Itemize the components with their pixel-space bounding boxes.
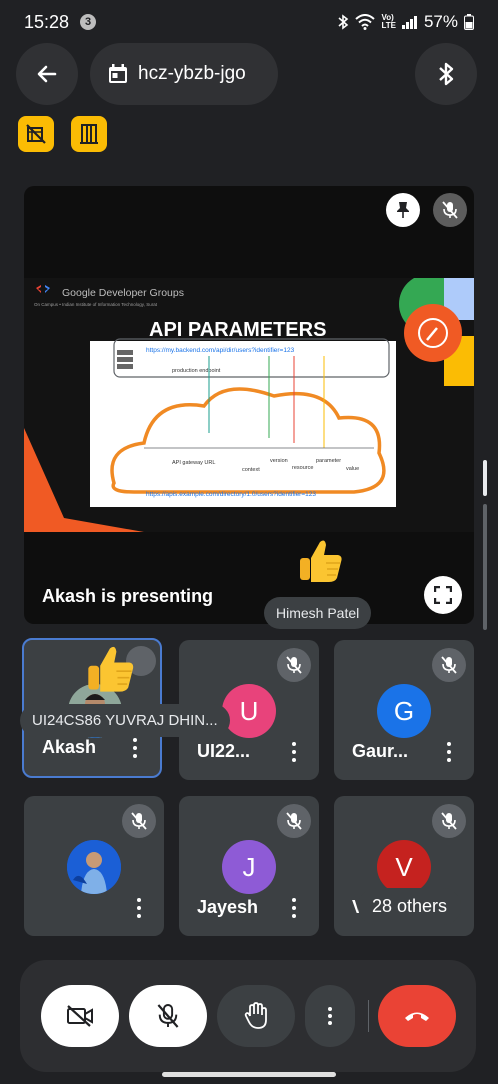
calendar-icon [109,64,127,83]
notification-count-badge: 3 [80,14,96,30]
bluetooth-icon [439,62,454,86]
end-call-button[interactable] [378,985,456,1047]
participant-more-button[interactable] [446,742,452,762]
slide-org-title: Google Developer Groups [62,287,184,299]
back-button[interactable] [16,43,78,105]
slide-label-gateway: API gateway URL [172,460,215,466]
reaction-sender-label: Himesh Patel [264,597,372,629]
clock: 15:28 [24,12,70,32]
more-vert-icon [328,1007,332,1025]
participant-name-tooltip: UI24CS86 YUVRAJ DHIN... [20,704,230,737]
avatar: G [377,684,431,738]
fullscreen-icon [434,586,452,604]
gesture-nav-handle[interactable] [162,1072,336,1077]
mic-off-icon [286,656,302,674]
door-badge-icon [80,124,98,144]
camera-toggle-button[interactable] [41,985,119,1047]
meeting-code: hcz-ybzb-jgo [138,63,246,84]
no-video-badge-icon [26,124,46,144]
muted-indicator [277,804,311,838]
participant-more-button[interactable] [291,898,297,918]
pin-icon [397,202,409,218]
avatar: J [222,840,276,894]
avatar: U [222,684,276,738]
slide-label-context: context [242,467,260,473]
fullscreen-button[interactable] [424,576,462,614]
mic-off-icon [131,812,147,830]
no-video-badge[interactable] [18,116,54,152]
participant-name: Jayesh [197,897,259,917]
audio-output-button[interactable] [415,43,477,105]
mic-off-icon [441,812,457,830]
avatar-photo [67,840,121,894]
door-badge[interactable] [71,116,107,152]
back-arrow-icon [37,65,57,83]
participant-name: Gaur... [352,741,409,761]
pin-button[interactable] [386,193,420,227]
slide-label-parameter: parameter [316,458,341,464]
slide-label-production: production endpoint [172,368,221,374]
presentation-tile[interactable]: Google Developer Groups On Campus • Indi… [24,186,474,624]
status-bar: 15:28 3 Vo) LTE 57% [0,0,498,44]
battery-icon [464,14,474,30]
mic-off-icon [442,201,458,219]
raise-hand-button[interactable] [217,985,295,1047]
battery-percent: 57% [423,12,458,31]
participant-more-button[interactable] [136,898,142,918]
system-icons: Vo) LTE 57% [337,12,474,32]
raise-hand-icon [244,1002,267,1029]
shared-slide: Google Developer Groups On Campus • Indi… [24,278,474,532]
thumbs-up-icon [88,646,134,692]
participant-tile-4[interactable] [24,796,164,936]
participant-tile-gaur[interactable]: G Gaur... [334,640,474,780]
more-options-button[interactable] [305,985,355,1047]
presenting-label: Akash is presenting [42,586,214,606]
muted-indicator [432,648,466,682]
slide-url-top: https://my.backend.com/api/dir/users?ide… [146,347,295,354]
presenter-muted-indicator [433,193,467,227]
meeting-info-button[interactable]: hcz-ybzb-jgo [90,43,278,105]
end-call-icon [405,1012,429,1021]
participant-more-button[interactable] [132,738,138,758]
participant-name: Akash [42,737,97,757]
slide-org-subtitle: On Campus • Indian Institute of Informat… [34,302,158,307]
thumbs-up-reaction-tile [84,642,138,696]
microphone-toggle-button[interactable] [129,985,207,1047]
camera-off-icon [67,1005,93,1027]
scrollbar[interactable] [483,460,487,630]
call-controls-bar [20,960,476,1072]
slide-label-resource: resource [292,465,313,471]
participant-tile-jayesh[interactable]: J Jayesh [179,796,319,936]
thumbs-up-icon [300,540,342,582]
participant-more-button[interactable] [291,742,297,762]
bluetooth-status-icon [337,14,349,30]
muted-indicator [277,648,311,682]
thumbs-up-reaction [296,536,346,586]
mic-off-icon [286,812,302,830]
signal-icon [401,15,418,29]
divider [368,1000,369,1032]
volte-icon: Vo) LTE [381,13,396,30]
mic-off-icon [441,656,457,674]
wifi-icon [355,14,376,30]
mic-off-icon [157,1004,179,1028]
participant-name: UI22... [197,741,251,761]
muted-indicator [432,804,466,838]
slide-url-bottom: https://apis.example.com/directory/1.0/u… [146,491,316,498]
slide-label-value: value [346,466,359,472]
slide-heading: API PARAMETERS [149,319,326,341]
muted-indicator [122,804,156,838]
others-count-button[interactable]: 28 others [358,888,462,925]
avatar: V [377,840,431,894]
slide-label-version: version [270,458,288,464]
